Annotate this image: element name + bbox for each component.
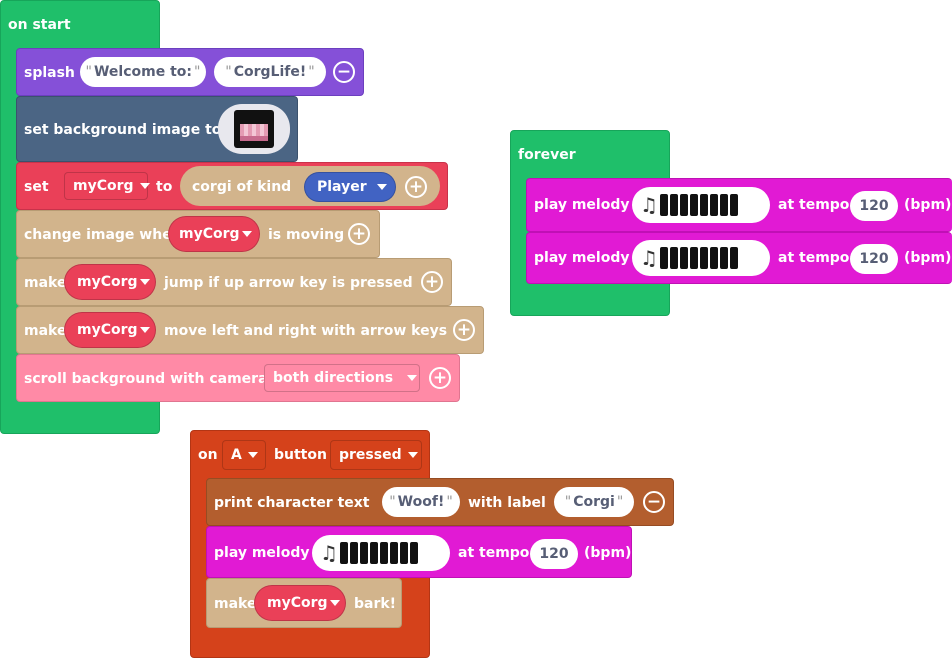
- button-dropdown[interactable]: A: [222, 440, 266, 470]
- print-label: print character text: [214, 495, 370, 511]
- variable-dropdown[interactable]: myCorg: [64, 264, 156, 300]
- dropdown-arrow-icon: [247, 452, 258, 458]
- splash-label: splash: [24, 65, 75, 81]
- plus-icon[interactable]: +: [429, 367, 451, 389]
- kind-dropdown[interactable]: Player: [304, 172, 396, 202]
- scroll-label: scroll background with camera: [24, 371, 268, 387]
- splash-text-field-2[interactable]: " CorgLife! ": [214, 57, 326, 87]
- scroll-direction-value: both directions: [273, 370, 394, 386]
- variable-name: myCorg: [179, 226, 240, 242]
- melody-editor[interactable]: ♫: [312, 535, 450, 571]
- variable-name: myCorg: [267, 595, 328, 611]
- kind-value: Player: [317, 179, 367, 195]
- at-tempo-label: at tempo: [778, 250, 850, 266]
- bpm-label: (bpm): [904, 197, 952, 213]
- variable-dropdown[interactable]: myCorg: [64, 172, 150, 200]
- with-label-label: with label: [468, 495, 546, 511]
- dropdown-arrow-icon: [407, 375, 418, 381]
- melody-editor[interactable]: ♫: [632, 187, 770, 223]
- jump-label: jump if up arrow key is pressed: [164, 275, 413, 291]
- dropdown-arrow-icon: [329, 600, 340, 606]
- to-label: to: [156, 179, 173, 195]
- bpm-label: (bpm): [584, 545, 632, 561]
- play-melody-label: play melody: [214, 545, 310, 561]
- print-text-field[interactable]: " Woof! ": [382, 487, 460, 517]
- music-note-icon: ♫: [640, 246, 658, 270]
- dropdown-arrow-icon: [241, 231, 252, 237]
- is-moving-label: is moving: [268, 227, 345, 243]
- music-note-icon: ♫: [640, 193, 658, 217]
- dropdown-arrow-icon: [139, 279, 150, 285]
- on-label: on: [198, 447, 218, 463]
- forever-header: forever: [518, 147, 576, 163]
- change-image-label: change image when: [24, 227, 182, 243]
- plus-icon[interactable]: +: [453, 319, 475, 341]
- splash-text-field-1[interactable]: " Welcome to: ": [80, 57, 206, 87]
- minus-icon[interactable]: −: [333, 61, 355, 83]
- tempo-input[interactable]: 120: [850, 244, 898, 274]
- label-text-value: Corgi: [573, 494, 615, 510]
- bpm-label: (bpm): [904, 250, 952, 266]
- tempo-input[interactable]: 120: [530, 539, 578, 569]
- make-label: make: [24, 275, 67, 291]
- music-note-icon: ♫: [320, 541, 338, 565]
- plus-icon[interactable]: +: [421, 271, 443, 293]
- splash-text-1: Welcome to:: [93, 64, 193, 80]
- variable-dropdown[interactable]: myCorg: [254, 585, 346, 621]
- make-label: make: [214, 596, 257, 612]
- variable-dropdown[interactable]: myCorg: [64, 312, 156, 348]
- event-value: pressed: [339, 447, 402, 463]
- dropdown-arrow-icon: [139, 183, 150, 189]
- scroll-direction-dropdown[interactable]: both directions: [264, 364, 420, 392]
- set-label: set: [24, 179, 49, 195]
- dropdown-arrow-icon: [376, 184, 387, 190]
- play-melody-label: play melody: [534, 197, 630, 213]
- variable-dropdown[interactable]: myCorg: [168, 216, 260, 252]
- event-dropdown[interactable]: pressed: [330, 440, 422, 470]
- on-start-header: on start: [8, 17, 71, 33]
- tempo-input[interactable]: 120: [850, 191, 898, 221]
- label-text-field[interactable]: " Corgi ": [554, 487, 634, 517]
- background-image-thumbnail: [234, 110, 274, 148]
- splash-text-2: CorgLife!: [233, 64, 307, 80]
- variable-name: myCorg: [77, 274, 138, 290]
- minus-icon[interactable]: −: [643, 491, 665, 513]
- at-tempo-label: at tempo: [778, 197, 850, 213]
- melody-editor[interactable]: ♫: [632, 240, 770, 276]
- dropdown-arrow-icon: [139, 327, 150, 333]
- corgi-of-kind-label: corgi of kind: [192, 179, 292, 195]
- dropdown-arrow-icon: [407, 452, 418, 458]
- button-label: button: [274, 447, 327, 463]
- make-label: make: [24, 323, 67, 339]
- variable-name: myCorg: [73, 178, 134, 194]
- play-melody-label: play melody: [534, 250, 630, 266]
- bark-label: bark!: [354, 596, 397, 612]
- at-tempo-label: at tempo: [458, 545, 530, 561]
- plus-icon[interactable]: +: [405, 176, 427, 198]
- variable-name: myCorg: [77, 322, 138, 338]
- move-label: move left and right with arrow keys: [164, 323, 448, 339]
- button-value: A: [231, 447, 242, 463]
- set-background-label: set background image to: [24, 122, 222, 138]
- plus-icon[interactable]: +: [348, 223, 370, 245]
- background-image-picker[interactable]: [218, 104, 290, 154]
- print-text-value: Woof!: [397, 494, 445, 510]
